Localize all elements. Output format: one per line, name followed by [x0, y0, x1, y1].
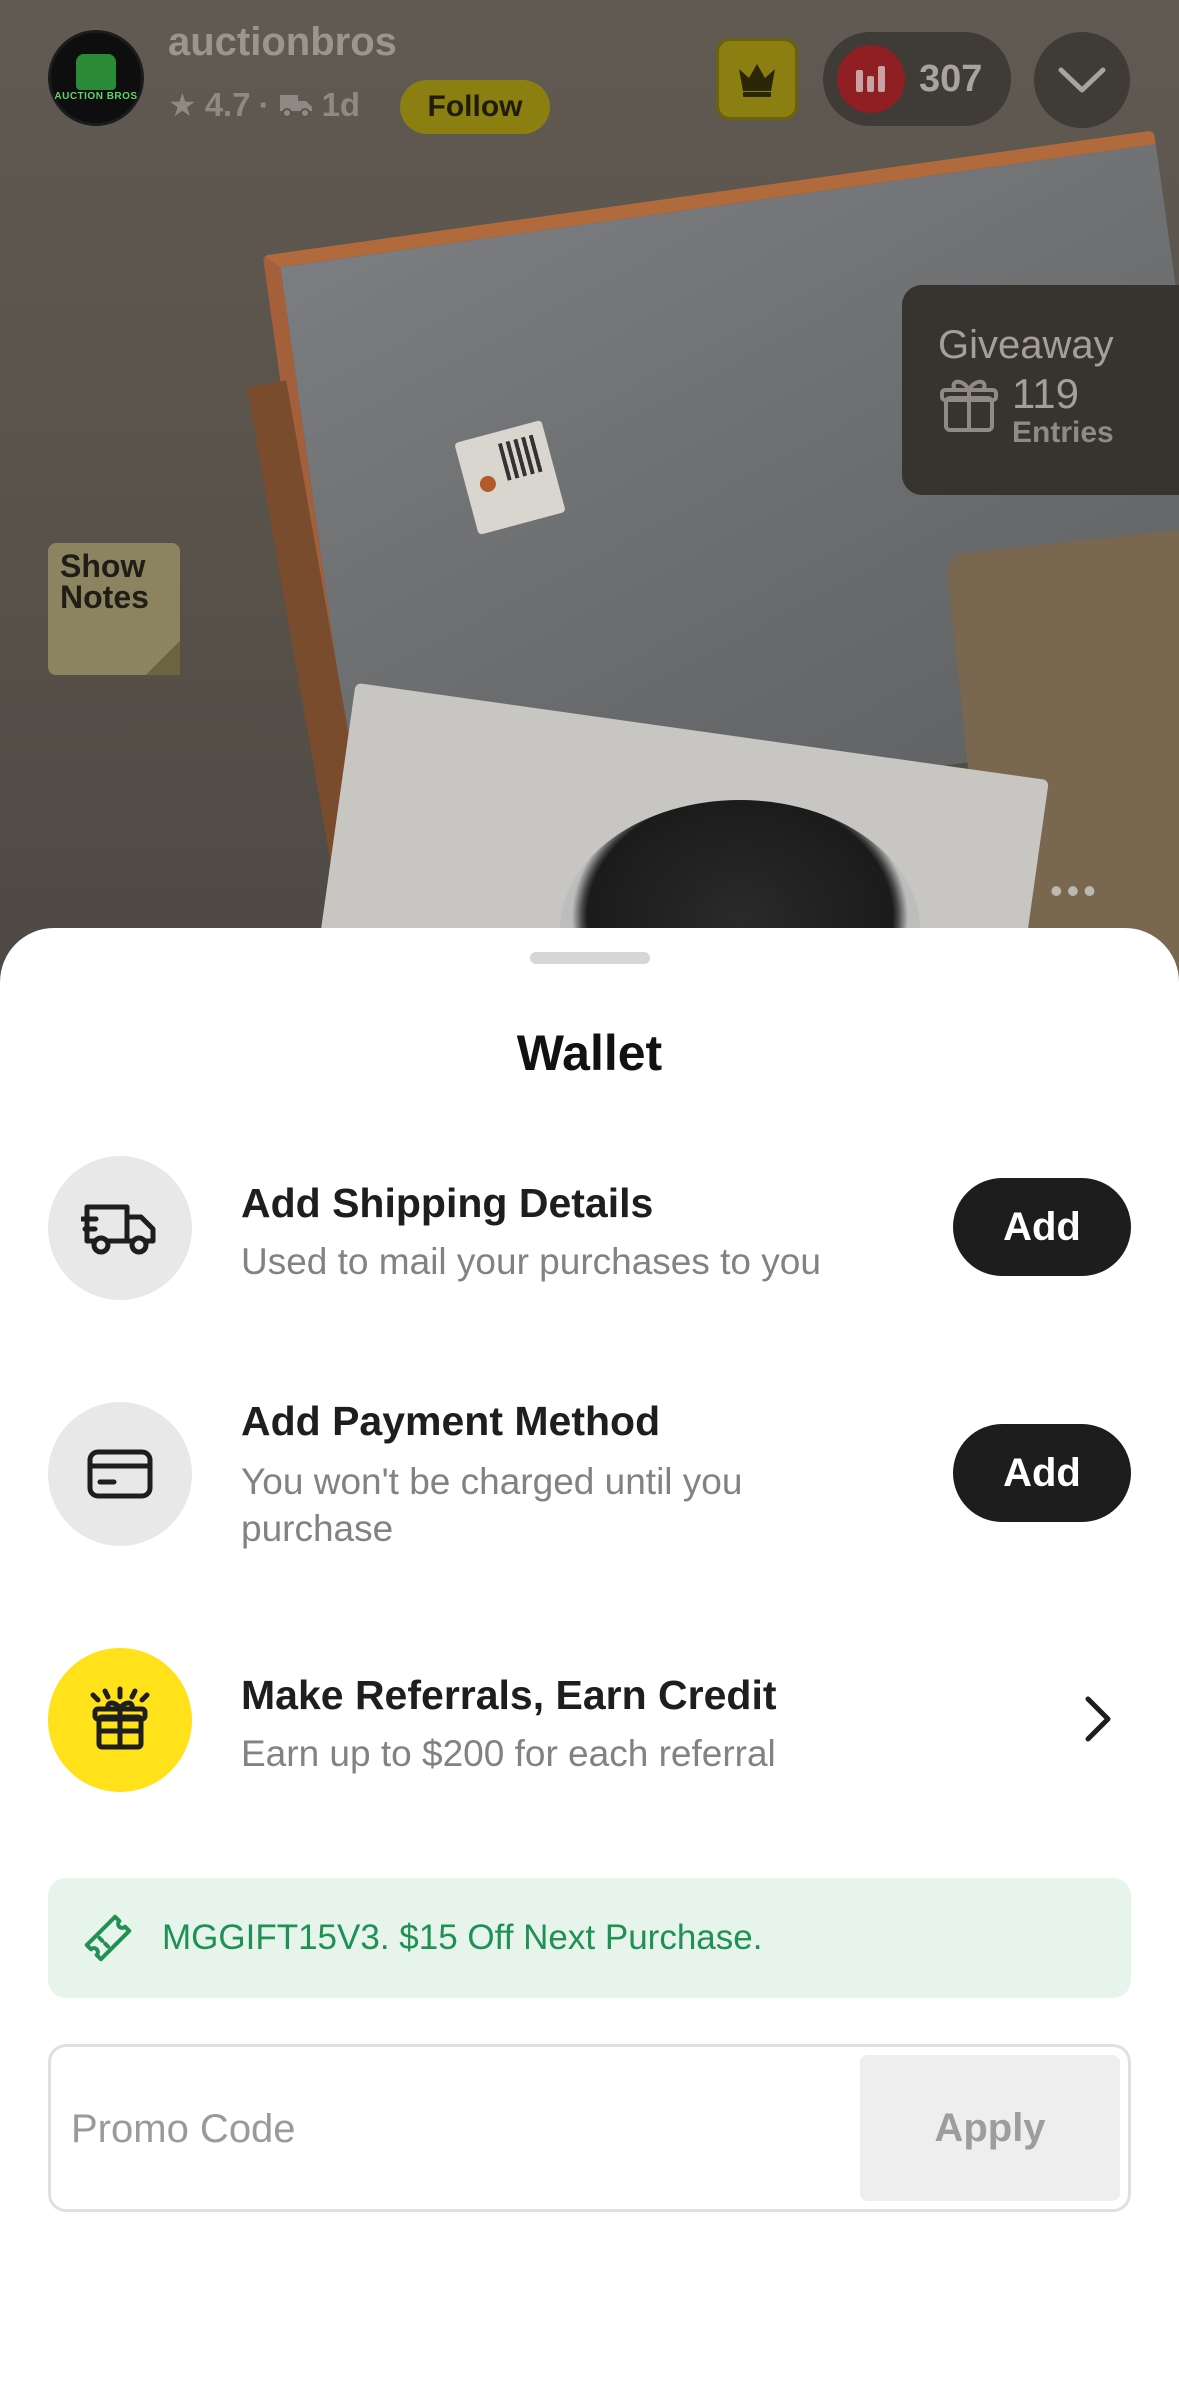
shipping-subtitle: Used to mail your purchases to you [241, 1241, 821, 1282]
streamer-name[interactable]: auctionbros [168, 20, 397, 65]
promo-code-input[interactable] [71, 2067, 871, 2191]
show-notes-label: Show Notes [60, 548, 149, 615]
show-notes-button[interactable]: Show Notes [48, 543, 180, 675]
streamer-meta: ★ 4.7 · 1d [168, 86, 360, 124]
wallet-sheet: Wallet Add Shipping Details Used to mail… [0, 928, 1179, 2396]
shipping-title: Add Shipping Details [241, 1180, 654, 1226]
viewer-count-pill[interactable]: 307 [823, 32, 1011, 126]
collapse-button[interactable] [1034, 32, 1130, 128]
giveaway-title: Giveaway [938, 323, 1114, 367]
truck-icon [48, 1156, 192, 1300]
payment-method-row[interactable]: Add Payment Method You won't be charged … [48, 1398, 1131, 1572]
star-icon: ★ [168, 87, 197, 123]
crown-button[interactable] [716, 38, 798, 120]
live-bars-icon [837, 45, 905, 113]
chevron-right-icon[interactable] [1083, 1694, 1113, 1744]
giveaway-card[interactable]: Giveaway 119 Entries [902, 285, 1179, 495]
promo-banner: MGGIFT15V3. $15 Off Next Purchase. [48, 1878, 1131, 1998]
gift-icon [48, 1648, 192, 1792]
live-video[interactable] [0, 0, 1179, 1000]
crown-icon [739, 64, 775, 97]
referrals-title: Make Referrals, Earn Credit [241, 1672, 777, 1718]
shipping-details-row[interactable]: Add Shipping Details Used to mail your p… [48, 1156, 1131, 1300]
credit-card-icon [48, 1402, 192, 1546]
meta-separator: · [258, 86, 270, 123]
follow-button[interactable]: Follow [400, 80, 550, 134]
avatar-logo [76, 54, 116, 90]
promo-code-field: Apply [48, 2044, 1131, 2212]
viewer-count: 307 [919, 57, 983, 100]
referrals-row[interactable]: Make Referrals, Earn Credit Earn up to $… [48, 1648, 1131, 1792]
sheet-grabber[interactable] [530, 952, 650, 964]
referrals-subtitle: Earn up to $200 for each referral [241, 1733, 776, 1774]
streamer-avatar[interactable]: AUCTION BROS [48, 30, 144, 126]
gift-icon [940, 379, 998, 432]
chevron-down-icon [1058, 67, 1106, 93]
add-shipping-button[interactable]: Add [953, 1178, 1131, 1276]
ticket-icon [84, 1914, 132, 1962]
more-options-icon[interactable]: ••• [1050, 870, 1100, 912]
seller-rating: 4.7 [204, 86, 251, 123]
giveaway-entries-label: Entries [1012, 416, 1114, 449]
shipping-time: 1d [321, 86, 361, 123]
shipping-truck-icon [278, 91, 314, 119]
avatar-text: AUCTION BROS [54, 91, 138, 102]
payment-title: Add Payment Method [241, 1398, 661, 1444]
sticky-note-fold [146, 641, 180, 675]
promo-banner-text: MGGIFT15V3. $15 Off Next Purchase. [162, 1918, 763, 1957]
payment-subtitle: You won't be charged until you purchase [241, 1461, 743, 1549]
apply-button[interactable]: Apply [860, 2055, 1120, 2201]
giveaway-entry-count: 119 [1012, 370, 1079, 417]
add-payment-button[interactable]: Add [953, 1424, 1131, 1522]
sheet-title: Wallet [516, 1025, 663, 1081]
